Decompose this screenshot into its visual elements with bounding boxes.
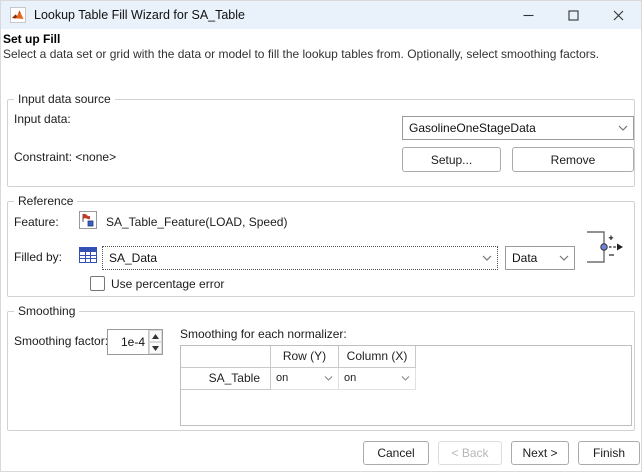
window-title: Lookup Table Fill Wizard for SA_Table <box>34 8 245 22</box>
back-button[interactable]: < Back <box>438 441 502 465</box>
page-description: Select a data set or grid with the data … <box>3 47 600 61</box>
column-x-smoothing-value: on <box>344 372 357 384</box>
finish-button[interactable]: Finish <box>578 441 640 465</box>
filled-by-label: Filled by: <box>14 250 63 264</box>
cancel-button[interactable]: Cancel <box>363 441 429 465</box>
next-button[interactable]: Next > <box>511 441 569 465</box>
minimize-button[interactable] <box>506 1 551 29</box>
use-percentage-error-checkbox[interactable] <box>90 276 105 291</box>
spinner-buttons <box>148 330 162 354</box>
input-data-source-group: Input data source Input data: GasolineOn… <box>7 92 635 187</box>
page-title: Set up Fill <box>3 32 61 46</box>
triangle-down-icon <box>152 345 159 351</box>
fill-type-value: Data <box>512 251 538 265</box>
feature-value: SA_Table_Feature(LOAD, Speed) <box>106 215 288 229</box>
constraint-label: Constraint: <none> <box>14 150 117 164</box>
close-icon <box>613 10 624 20</box>
window-controls <box>506 1 641 29</box>
input-data-label: Input data: <box>14 112 71 126</box>
remove-button[interactable]: Remove <box>512 147 634 172</box>
spinner-up-button[interactable] <box>149 330 162 342</box>
normalizer-smoothing-table: Row (Y) Column (X) SA_Table on on <box>180 345 632 426</box>
input-data-source-group-label: Input data source <box>14 92 115 106</box>
smoothing-group: Smoothing Smoothing factor: Smoothing fo… <box>7 304 635 431</box>
maximize-button[interactable] <box>551 1 596 29</box>
maximize-icon <box>568 9 579 21</box>
normalizer-smoothing-label: Smoothing for each normalizer: <box>180 327 347 341</box>
chevron-down-icon <box>477 255 497 261</box>
use-percentage-error-label: Use percentage error <box>111 277 225 291</box>
minimize-icon <box>523 14 534 16</box>
table-icon <box>79 247 97 263</box>
titlebar: Lookup Table Fill Wizard for SA_Table <box>1 1 641 29</box>
feature-label: Feature: <box>14 215 59 229</box>
row-y-smoothing-dropdown[interactable]: on <box>271 368 339 390</box>
chevron-down-icon <box>613 125 633 131</box>
chevron-down-icon <box>401 376 410 381</box>
input-data-value: GasolineOneStageData <box>409 121 536 135</box>
table-row-name: SA_Table <box>181 368 271 390</box>
reference-group: Reference Feature: SA_Table_Feature(LOAD… <box>7 194 635 297</box>
table-header-column-x: Column (X) <box>339 346 416 368</box>
column-x-smoothing-dropdown[interactable]: on <box>339 368 416 390</box>
table-header-row: Row (Y) Column (X) <box>181 346 631 368</box>
lookup-table-fill-wizard-window: Lookup Table Fill Wizard for SA_Table Se… <box>0 0 642 472</box>
filled-by-dropdown[interactable]: SA_Data <box>102 246 498 270</box>
smoothing-factor-label: Smoothing factor: <box>14 334 109 348</box>
fill-type-dropdown[interactable]: Data <box>505 246 575 270</box>
triangle-up-icon <box>152 333 159 339</box>
smoothing-group-label: Smoothing <box>14 304 80 318</box>
input-data-dropdown[interactable]: GasolineOneStageData <box>402 116 634 140</box>
table-row: SA_Table on on <box>181 368 631 390</box>
chevron-down-icon <box>554 255 574 261</box>
filled-by-value: SA_Data <box>109 251 158 265</box>
feature-icon <box>79 211 97 229</box>
chevron-down-icon <box>324 376 333 381</box>
smoothing-factor-spinner <box>107 329 163 355</box>
row-y-smoothing-value: on <box>276 372 289 384</box>
reference-group-label: Reference <box>14 194 78 208</box>
close-button[interactable] <box>596 1 641 29</box>
fill-link-icon <box>587 231 623 263</box>
spinner-down-button[interactable] <box>149 342 162 354</box>
setup-button[interactable]: Setup... <box>402 147 501 172</box>
matlab-app-icon <box>10 7 26 23</box>
smoothing-factor-input[interactable] <box>108 330 148 354</box>
table-header-row-y: Row (Y) <box>271 346 339 368</box>
table-corner-cell <box>181 346 271 368</box>
